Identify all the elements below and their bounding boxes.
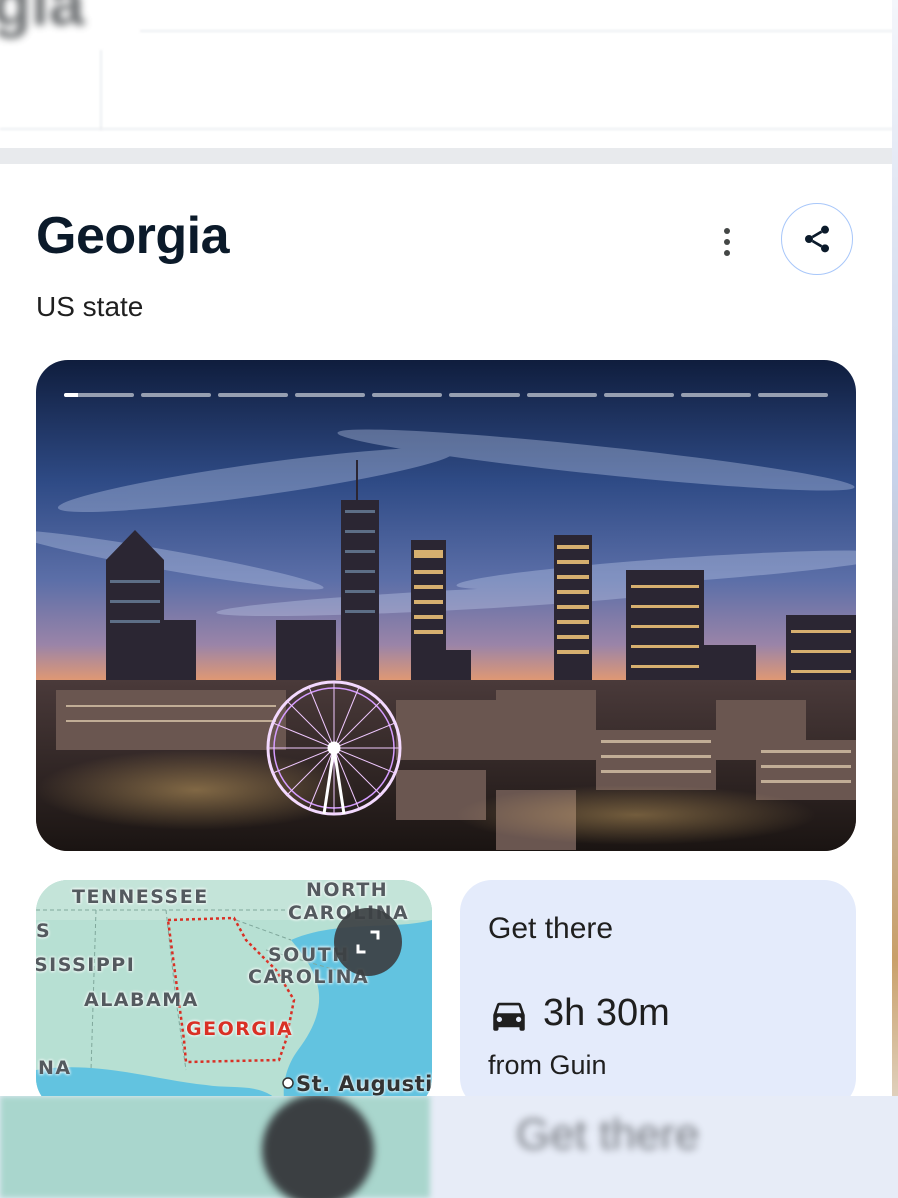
travel-duration: 3h 30m bbox=[543, 992, 670, 1034]
carousel-progress-segment bbox=[295, 393, 366, 397]
previous-card-blur: gia bbox=[0, 0, 898, 148]
carousel-progress-fill bbox=[64, 393, 79, 397]
carousel-progress-segment bbox=[603, 393, 674, 397]
skyline-image bbox=[36, 360, 856, 851]
ghost-get-there: Get there bbox=[516, 1110, 700, 1159]
map-label-st-augustine: St. Augusti bbox=[296, 1072, 432, 1096]
carousel-progress-segment bbox=[372, 393, 443, 397]
entity-subtitle: US state bbox=[36, 291, 144, 322]
carousel-progress-segment bbox=[757, 393, 828, 397]
ghost-divider bbox=[0, 128, 898, 130]
ghost-divider bbox=[140, 30, 898, 32]
next-frame-blur: Get there bbox=[0, 1096, 898, 1198]
expand-icon bbox=[356, 930, 380, 954]
map-label-s: S bbox=[36, 920, 52, 942]
ghost-title: gia bbox=[0, 0, 85, 39]
hero-image-carousel[interactable] bbox=[36, 360, 856, 851]
screen-edge bbox=[892, 0, 898, 1198]
more-vert-icon-dot bbox=[724, 250, 730, 256]
share-button[interactable] bbox=[781, 203, 853, 275]
map-label-mississippi: SISSIPPI bbox=[36, 954, 136, 976]
map-label-georgia: GEORGIA bbox=[186, 1018, 294, 1040]
directions-title: Get there bbox=[488, 912, 614, 945]
carousel-progress-segment bbox=[141, 393, 212, 397]
share-icon bbox=[805, 225, 829, 253]
map-label-tennessee: TENNESSEE bbox=[72, 886, 209, 908]
carousel-progress-segment bbox=[218, 393, 289, 397]
more-options-button[interactable] bbox=[707, 222, 747, 262]
carousel-progress-segment bbox=[449, 393, 520, 397]
map-label-alabama: ALABAMA bbox=[84, 989, 199, 1011]
carousel-progress-segment bbox=[526, 393, 597, 397]
car-icon bbox=[493, 1002, 525, 1031]
section-divider bbox=[0, 148, 893, 164]
carousel-progress-segment bbox=[64, 393, 135, 397]
carousel-progress-segment bbox=[680, 393, 751, 397]
map-label-north: NORTH bbox=[306, 880, 389, 901]
ghost-expand-button bbox=[262, 1096, 374, 1198]
carousel-progress bbox=[64, 393, 828, 397]
expand-map-button[interactable] bbox=[334, 908, 402, 976]
ghost-divider bbox=[100, 50, 102, 130]
travel-origin: from Guin bbox=[488, 1050, 607, 1080]
map-label-na: NA bbox=[38, 1057, 72, 1079]
more-vert-icon-dot bbox=[724, 239, 730, 245]
entity-title: Georgia bbox=[36, 207, 230, 265]
more-vert-icon bbox=[724, 228, 730, 234]
